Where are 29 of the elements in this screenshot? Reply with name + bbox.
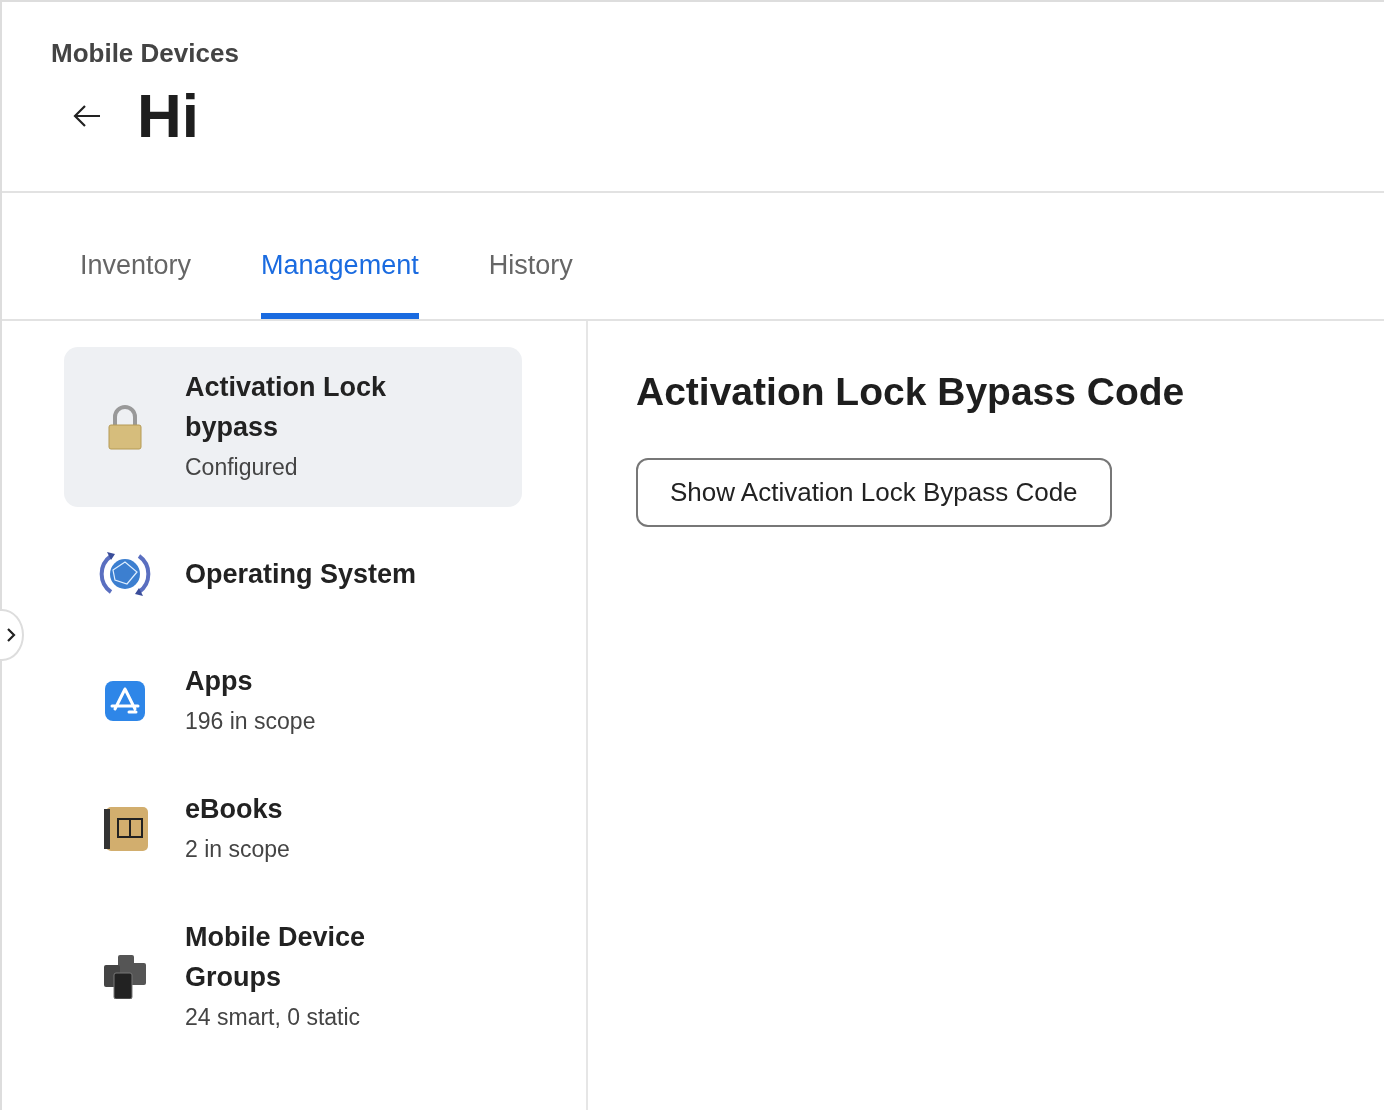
show-code-button[interactable]: Show Activation Lock Bypass Code (636, 457, 1112, 527)
tablets-icon (103, 955, 146, 999)
page-title: Hi (137, 85, 199, 147)
sidebar-item[interactable]: Operating System (64, 515, 522, 633)
item-subtitle: 24 smart, 0 static (185, 1003, 362, 1032)
item-subtitle: 2 in scope (185, 835, 290, 864)
globe-sync-icon (98, 550, 151, 598)
item-title: Apps (185, 665, 254, 698)
lock-icon (106, 404, 143, 450)
item-title: Operating System (185, 558, 417, 591)
tab[interactable]: History (488, 244, 573, 319)
back-button[interactable] (73, 104, 101, 128)
app-store-icon (104, 681, 145, 721)
sidebar-item[interactable]: eBooks 2 in scope (64, 769, 522, 889)
sidebar-item[interactable]: Apps 196 in scope (64, 641, 522, 761)
breadcrumb: Mobile Devices (51, 37, 240, 70)
item-title: Activation Lock bypass (185, 371, 388, 444)
back-arrow-icon (73, 104, 101, 128)
tab[interactable]: Management (261, 244, 419, 319)
item-title: eBooks (185, 793, 284, 826)
section-heading: Activation Lock Bypass Code (636, 369, 1185, 415)
chevron-icon (6, 627, 16, 643)
item-title: Mobile Device Groups (185, 921, 367, 994)
book-icon (101, 807, 148, 851)
tab[interactable]: Inventory (80, 244, 192, 319)
item-subtitle: 196 in scope (185, 707, 316, 736)
sidebar-item[interactable]: Activation Lock bypass Configured (64, 347, 522, 507)
sidebar-item[interactable]: Mobile Device Groups 24 smart, 0 static (64, 897, 522, 1057)
item-subtitle: Configured (185, 453, 299, 482)
